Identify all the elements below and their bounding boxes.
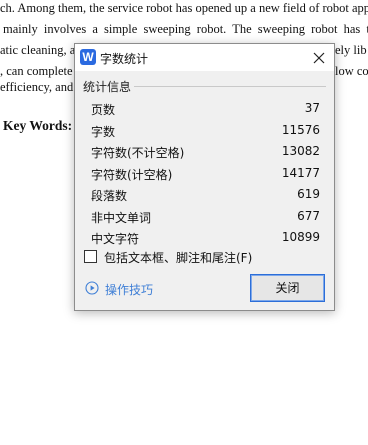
stat-row-words: 字数 11576 xyxy=(91,121,320,143)
document-line-fragment: ely lib xyxy=(335,43,367,57)
stat-label: 字符数(计空格) xyxy=(91,167,173,182)
stat-label: 中文字符 xyxy=(91,232,140,246)
stat-label: 页数 xyxy=(91,103,116,117)
document-line: mainly involves a simple sweeping robot.… xyxy=(3,22,368,36)
dialog-titlebar[interactable]: W 字数统计 xyxy=(75,44,334,71)
statistics-group-header: 统计信息 xyxy=(83,78,326,95)
key-words-label: Key Words: xyxy=(3,118,73,133)
stat-value: 619 xyxy=(297,187,320,201)
stat-row-pages: 页数 37 xyxy=(91,99,320,121)
stat-label: 字符数(不计空格) xyxy=(91,146,185,160)
stat-row-chars-with-spaces: 字符数(计空格) 14177 xyxy=(91,164,320,186)
statistics-group-label: 统计信息 xyxy=(83,78,135,95)
stat-row-chinese-chars: 中文字符 10899 xyxy=(91,228,320,250)
close-button[interactable]: 关闭 xyxy=(250,274,325,302)
stat-label: 非中文单词 xyxy=(91,210,152,225)
statistics-list: 页数 37 字数 11576 字符数(不计空格) 13082 字符数(计空格) … xyxy=(91,99,320,250)
close-icon[interactable] xyxy=(304,44,334,71)
stat-row-paragraphs: 段落数 619 xyxy=(91,185,320,207)
word-count-dialog: W 字数统计 统计信息 页数 37 字数 11576 字符数(不计空格) 130… xyxy=(74,43,335,311)
play-circle-icon xyxy=(85,281,99,295)
wps-writer-icon: W xyxy=(80,49,96,65)
stat-label: 段落数 xyxy=(91,189,128,203)
include-textboxes-footnotes-checkbox[interactable] xyxy=(84,250,97,263)
stat-row-non-chinese-words: 非中文单词 677 xyxy=(91,207,320,229)
tips-link-label[interactable]: 操作技巧 xyxy=(105,281,153,298)
stat-row-chars-no-spaces: 字符数(不计空格) 13082 xyxy=(91,142,320,164)
stat-value: 10899 xyxy=(281,230,320,244)
dialog-title: 字数统计 xyxy=(100,52,149,66)
document-line: ch. Among them, the service robot has op… xyxy=(0,1,368,15)
stat-value: 14177 xyxy=(281,165,320,180)
stat-value: 11576 xyxy=(281,122,320,137)
stat-value: 677 xyxy=(297,208,320,223)
stat-label: 字数 xyxy=(91,124,116,139)
stat-value: 13082 xyxy=(281,144,320,158)
stat-value: 37 xyxy=(304,101,320,115)
include-textboxes-footnotes-label[interactable]: 包括文本框、脚注和尾注(F) xyxy=(104,249,252,266)
